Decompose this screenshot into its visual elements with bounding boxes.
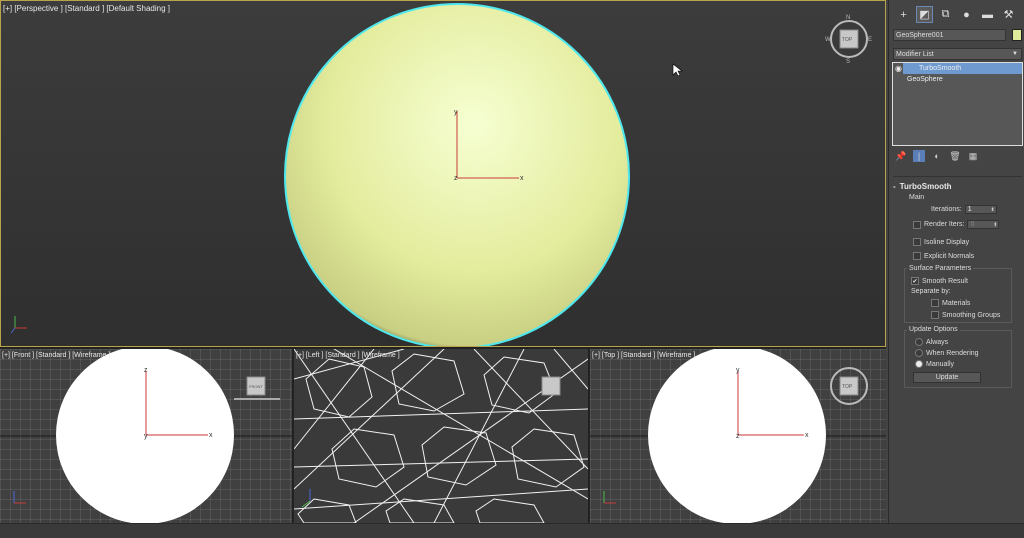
svg-text:z: z bbox=[144, 367, 148, 374]
modifier-stack[interactable]: ◉ TurboSmooth GeoSphere bbox=[892, 62, 1023, 146]
object-name-field[interactable]: GeoSphere001 bbox=[893, 29, 1006, 41]
render-iters-checkbox[interactable] bbox=[913, 220, 921, 229]
materials-checkbox[interactable] bbox=[931, 299, 939, 307]
command-panel: + ◩ ⧉ ● ▬ ⚒ GeoSphere001 Modifier List ▼… bbox=[888, 0, 1024, 537]
iterations-spinner[interactable]: 1 ⬍ bbox=[964, 205, 997, 214]
make-unique-icon[interactable]: ◐ bbox=[931, 150, 943, 162]
modify-icon[interactable]: ◩ bbox=[916, 6, 933, 23]
separate-by-label: Separate by: bbox=[911, 288, 951, 295]
update-options-label: Update Options bbox=[907, 326, 960, 333]
geosphere-left-wire bbox=[294, 349, 588, 523]
svg-text:W: W bbox=[825, 37, 831, 43]
perspective-scene: y x z TOP N S W E bbox=[10, 3, 872, 346]
pivot-x-axis-label: x bbox=[520, 175, 524, 182]
chevron-down-icon: ▼ bbox=[1012, 51, 1018, 57]
left-scene bbox=[294, 349, 588, 523]
manually-row[interactable]: Manually bbox=[915, 360, 954, 368]
left-viewcube bbox=[541, 376, 561, 396]
mouse-cursor bbox=[672, 63, 683, 77]
when-rendering-row[interactable]: When Rendering bbox=[915, 349, 979, 357]
always-row[interactable]: Always bbox=[915, 338, 948, 346]
modifier-list-label: Modifier List bbox=[896, 51, 934, 58]
when-rendering-radio[interactable] bbox=[915, 349, 923, 357]
render-iters-spinner[interactable]: 0 ⬍ bbox=[967, 220, 1000, 229]
display-icon[interactable]: ▬ bbox=[979, 6, 996, 23]
eye-icon[interactable]: ◉ bbox=[895, 63, 902, 74]
top-viewcube[interactable]: TOP bbox=[830, 367, 868, 405]
isoline-display-row[interactable]: Isoline Display bbox=[913, 238, 969, 246]
create-icon[interactable]: + bbox=[895, 6, 912, 23]
front-viewport-label[interactable]: [+] [Front ] [Standard ] [Wireframe ] bbox=[2, 352, 110, 359]
render-iters-row: Render Iters: 0 ⬍ bbox=[913, 220, 1000, 229]
status-bar bbox=[0, 523, 1024, 538]
iterations-row: Iterations: 1 ⬍ bbox=[931, 205, 997, 214]
command-panel-tabs: + ◩ ⧉ ● ▬ ⚒ bbox=[895, 6, 1017, 23]
stack-item-turbosmooth[interactable]: ◉ TurboSmooth bbox=[895, 63, 1022, 74]
materials-row[interactable]: Materials bbox=[931, 299, 970, 307]
svg-text:x: x bbox=[209, 432, 213, 439]
smooth-result-row[interactable]: ✔ Smooth Result bbox=[911, 277, 968, 285]
perspective-viewport[interactable]: [+] [Perspective ] [Standard ] [Default … bbox=[0, 0, 886, 347]
manually-radio[interactable] bbox=[915, 360, 923, 368]
pivot-z-axis-label: z bbox=[454, 175, 458, 182]
explicit-normals-checkbox[interactable] bbox=[913, 252, 921, 260]
explicit-normals-row[interactable]: Explicit Normals bbox=[913, 252, 974, 260]
update-button[interactable]: Update bbox=[913, 372, 981, 383]
stack-item-geosphere[interactable]: GeoSphere bbox=[893, 74, 1022, 85]
top-scene: y x z TOP bbox=[590, 349, 886, 523]
smoothing-groups-row[interactable]: Smoothing Groups bbox=[931, 311, 1000, 319]
top-viewport-label[interactable]: [+] [Top ] [Standard ] [Wireframe ] bbox=[592, 352, 695, 359]
stack-toolbar: 📌 | ◐ 🗑 ▦ bbox=[895, 150, 979, 162]
divider bbox=[893, 176, 1022, 177]
collapse-icon: - bbox=[893, 182, 896, 191]
always-radio[interactable] bbox=[915, 338, 923, 346]
rollout-header-turbosmooth[interactable]: - TurboSmooth bbox=[893, 182, 1022, 192]
svg-text:y: y bbox=[736, 367, 740, 374]
svg-text:TOP: TOP bbox=[842, 37, 853, 43]
modifier-list-dropdown[interactable]: Modifier List ▼ bbox=[893, 48, 1022, 60]
main-group-label: Main bbox=[909, 194, 925, 201]
smooth-result-checkbox[interactable]: ✔ bbox=[911, 277, 919, 285]
svg-text:N: N bbox=[846, 15, 850, 21]
isoline-display-checkbox[interactable] bbox=[913, 238, 921, 246]
pivot-y-axis-label: y bbox=[454, 109, 458, 116]
front-viewport[interactable]: [+] [Front ] [Standard ] [Wireframe ] z … bbox=[0, 349, 292, 523]
top-viewport[interactable]: [+] [Top ] [Standard ] [Wireframe ] y x … bbox=[590, 349, 886, 523]
smoothing-groups-checkbox[interactable] bbox=[931, 311, 939, 319]
hierarchy-icon[interactable]: ⧉ bbox=[937, 6, 954, 23]
svg-text:TOP: TOP bbox=[842, 384, 853, 390]
pin-stack-icon[interactable]: 📌 bbox=[895, 150, 907, 162]
svg-text:FRONT: FRONT bbox=[249, 384, 263, 389]
configure-modifier-sets-icon[interactable]: ▦ bbox=[967, 150, 979, 162]
svg-text:S: S bbox=[846, 59, 850, 65]
svg-text:z: z bbox=[736, 433, 740, 440]
remove-modifier-icon[interactable]: 🗑 bbox=[949, 150, 961, 162]
svg-text:x: x bbox=[805, 432, 809, 439]
perspective-viewport-label[interactable]: [+] [Perspective ] [Standard ] [Default … bbox=[3, 4, 170, 13]
viewcube[interactable]: TOP N S W E bbox=[825, 15, 872, 65]
motion-icon[interactable]: ● bbox=[958, 6, 975, 23]
show-end-result-icon[interactable]: | bbox=[913, 150, 925, 162]
utilities-icon[interactable]: ⚒ bbox=[1000, 6, 1017, 23]
svg-text:E: E bbox=[868, 37, 872, 43]
left-viewport-label[interactable]: [+] [Left ] [Standard ] [Wireframe ] bbox=[296, 352, 400, 359]
surface-parameters-label: Surface Parameters bbox=[907, 265, 974, 272]
svg-text:y: y bbox=[144, 433, 148, 440]
left-viewport[interactable]: [+] [Left ] [Standard ] [Wireframe ] bbox=[294, 349, 588, 523]
object-color-swatch[interactable] bbox=[1012, 29, 1022, 41]
front-scene: z x y FRONT bbox=[0, 349, 292, 523]
